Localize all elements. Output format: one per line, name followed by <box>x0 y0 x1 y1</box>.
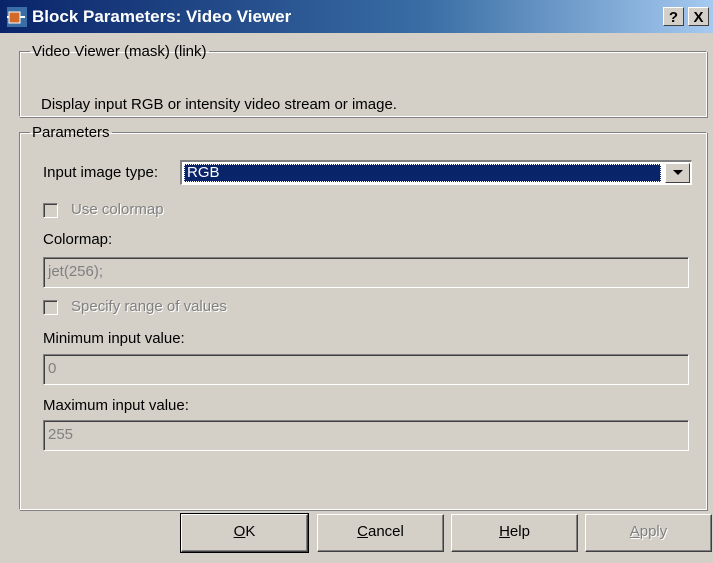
help-button[interactable]: Help <box>451 514 578 552</box>
minimum-input-field[interactable]: 0 <box>43 354 689 385</box>
input-image-type-select[interactable]: RGB <box>180 160 692 185</box>
ok-label-rest: K <box>245 523 256 540</box>
use-colormap-label: Use colormap <box>71 201 164 218</box>
apply-label-rest: pply <box>639 523 668 540</box>
dropdown-arrow-icon[interactable] <box>665 163 690 183</box>
description-legend: Video Viewer (mask) (link) <box>32 43 207 60</box>
help-title-button[interactable]: ? <box>663 7 684 26</box>
maximum-input-label: Maximum input value: <box>43 397 189 414</box>
apply-mnemonic: A <box>629 523 640 540</box>
input-image-type-label: Input image type: <box>43 164 159 181</box>
simulink-block-icon <box>7 7 27 27</box>
description-text: Display input RGB or intensity video str… <box>41 96 397 113</box>
cancel-mnemonic: C <box>357 523 368 540</box>
use-colormap-checkbox[interactable] <box>43 203 58 218</box>
minimum-input-label: Minimum input value: <box>43 330 185 347</box>
specify-range-checkbox[interactable] <box>43 300 58 315</box>
cancel-button[interactable]: Cancel <box>317 514 444 552</box>
title-bar[interactable]: Block Parameters: Video Viewer ? X <box>0 0 713 33</box>
description-group: Video Viewer (mask) (link) Display input… <box>19 43 707 117</box>
input-image-type-value: RGB <box>184 164 661 182</box>
help-mnemonic: H <box>499 523 510 540</box>
parameters-legend: Parameters <box>32 124 110 141</box>
help-label-rest: elp <box>509 523 530 540</box>
colormap-field[interactable]: jet(256); <box>43 257 689 288</box>
window-title: Block Parameters: Video Viewer <box>32 7 292 26</box>
ok-button[interactable]: OK <box>180 513 309 553</box>
ok-mnemonic: O <box>233 523 246 540</box>
maximum-input-field[interactable]: 255 <box>43 420 689 451</box>
specify-range-label: Specify range of values <box>71 298 227 315</box>
close-button[interactable]: X <box>688 7 709 26</box>
colormap-label: Colormap: <box>43 231 113 248</box>
cancel-label-rest: ancel <box>367 523 404 540</box>
apply-button[interactable]: Apply <box>585 514 712 552</box>
